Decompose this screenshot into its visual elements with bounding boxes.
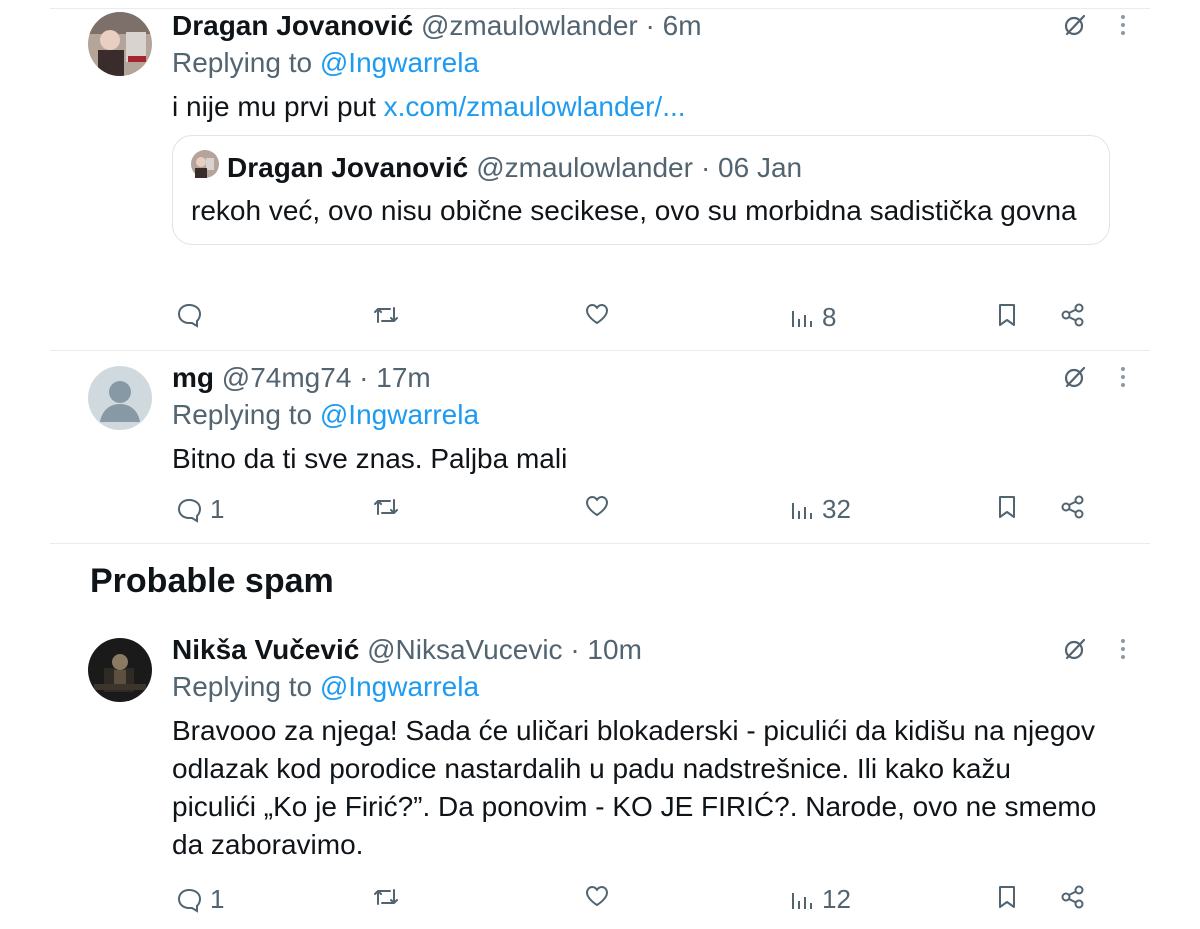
bookmark-button[interactable] (996, 884, 1018, 910)
grok-icon[interactable] (1062, 12, 1088, 43)
share-icon (1061, 303, 1084, 327)
like-button[interactable] (584, 494, 610, 518)
tweet-link[interactable]: x.com/zmaulowlander/... (384, 91, 686, 122)
tweet-top-icons (1062, 12, 1126, 43)
replying-to: Replying to @Ingwarrela (172, 670, 1148, 704)
replying-to-label: Replying to (172, 671, 313, 702)
tweet-header: mg @74mg74 · 17m (172, 362, 1148, 394)
author-name[interactable]: mg (172, 362, 214, 393)
action-bar: 1 32 (172, 494, 1084, 530)
retweet-button[interactable] (372, 302, 400, 328)
retweet-button[interactable] (372, 494, 400, 520)
reply-icon (177, 498, 202, 523)
replying-to-label: Replying to (172, 47, 313, 78)
replying-to-link[interactable]: @Ingwarrela (320, 47, 479, 78)
quote-text: rekoh već, ovo nisu obične secikese, ovo… (191, 195, 1077, 226)
reply-button[interactable]: 1 (176, 884, 224, 915)
author-handle[interactable]: @NiksaVucevic (367, 634, 562, 665)
tweet-top-icons (1062, 364, 1126, 395)
views-count: 12 (822, 884, 851, 914)
top-divider (50, 8, 1150, 9)
quote-author-handle: @zmaulowlander (476, 152, 693, 183)
tweet-header: Dragan Jovanović @zmaulowlander · 6m (172, 10, 1148, 42)
quote-tweet[interactable]: Dragan Jovanović @zmaulowlander · 06 Jan… (172, 135, 1110, 245)
share-button[interactable] (1060, 884, 1086, 910)
reply-icon (177, 888, 202, 913)
reply-count: 1 (210, 494, 225, 524)
bookmark-button[interactable] (996, 302, 1018, 328)
tweet-divider (50, 350, 1150, 351)
views-button[interactable]: 8 (790, 302, 836, 333)
retweet-button[interactable] (372, 884, 400, 910)
views-icon (792, 502, 812, 519)
action-bar: 1 12 (172, 884, 1084, 920)
views-icon (792, 310, 812, 327)
reply-button[interactable] (176, 302, 210, 328)
views-count: 8 (822, 302, 837, 332)
like-icon (585, 885, 609, 907)
replying-to-link[interactable]: @Ingwarrela (320, 399, 479, 430)
avatar[interactable] (88, 638, 152, 702)
timestamp[interactable]: · 10m (570, 634, 642, 665)
quote-author-name: Dragan Jovanović (227, 152, 469, 183)
quote-avatar (191, 150, 219, 186)
share-icon (1061, 885, 1084, 909)
author-name[interactable]: Dragan Jovanović (172, 10, 413, 41)
views-icon (792, 892, 812, 909)
replying-to: Replying to @Ingwarrela (172, 398, 1148, 432)
reply-button[interactable]: 1 (176, 494, 224, 525)
quote-timestamp: · 06 Jan (700, 152, 803, 183)
like-button[interactable] (584, 302, 610, 326)
more-icon[interactable] (1120, 365, 1126, 394)
share-button[interactable] (1060, 302, 1086, 328)
tweet-text: i nije mu prvi put x.com/zmaulowlander/.… (172, 88, 1148, 126)
avatar[interactable] (88, 12, 152, 76)
like-button[interactable] (584, 884, 610, 908)
views-button[interactable]: 12 (790, 884, 851, 915)
more-icon[interactable] (1120, 13, 1126, 42)
tweet-text: Bitno da ti sve znas. Paljba mali (172, 443, 568, 474)
bookmark-icon (999, 886, 1015, 908)
quote-header: Dragan Jovanović @zmaulowlander · 06 Jan (191, 150, 1091, 186)
tweet-header: Nikša Vučević @NiksaVucevic · 10m (172, 634, 1148, 666)
action-bar: 8 (172, 302, 1084, 338)
bookmark-icon (999, 496, 1015, 518)
views-button[interactable]: 32 (790, 494, 851, 525)
avatar[interactable] (88, 366, 152, 430)
retweet-icon (374, 307, 398, 323)
tweet-divider (50, 543, 1150, 544)
replying-to-label: Replying to (172, 399, 313, 430)
author-handle[interactable]: @zmaulowlander (421, 10, 638, 41)
bookmark-icon (999, 304, 1015, 326)
replying-to-link[interactable]: @Ingwarrela (320, 671, 479, 702)
like-icon (585, 303, 609, 325)
section-title-probable-spam: Probable spam (90, 562, 334, 600)
tweet-text: Bravooo za njega! Sada će uličari blokad… (172, 715, 1097, 860)
tweet-top-icons (1062, 636, 1126, 667)
more-icon[interactable] (1120, 637, 1126, 666)
reply-count: 1 (210, 884, 225, 914)
timestamp[interactable]: · 17m (359, 362, 431, 393)
author-handle[interactable]: @74mg74 (222, 362, 352, 393)
share-button[interactable] (1060, 494, 1086, 520)
retweet-icon (374, 889, 398, 905)
bookmark-button[interactable] (996, 494, 1018, 520)
reply-icon (177, 303, 202, 328)
timestamp[interactable]: · 6m (646, 10, 702, 41)
grok-icon[interactable] (1062, 636, 1088, 667)
author-name[interactable]: Nikša Vučević (172, 634, 359, 665)
tweet-body: i nije mu prvi put (172, 91, 376, 122)
grok-icon[interactable] (1062, 364, 1088, 395)
like-icon (585, 495, 609, 517)
retweet-icon (374, 499, 398, 515)
views-count: 32 (822, 494, 851, 524)
share-icon (1061, 495, 1084, 519)
replying-to: Replying to @Ingwarrela (172, 46, 1148, 80)
